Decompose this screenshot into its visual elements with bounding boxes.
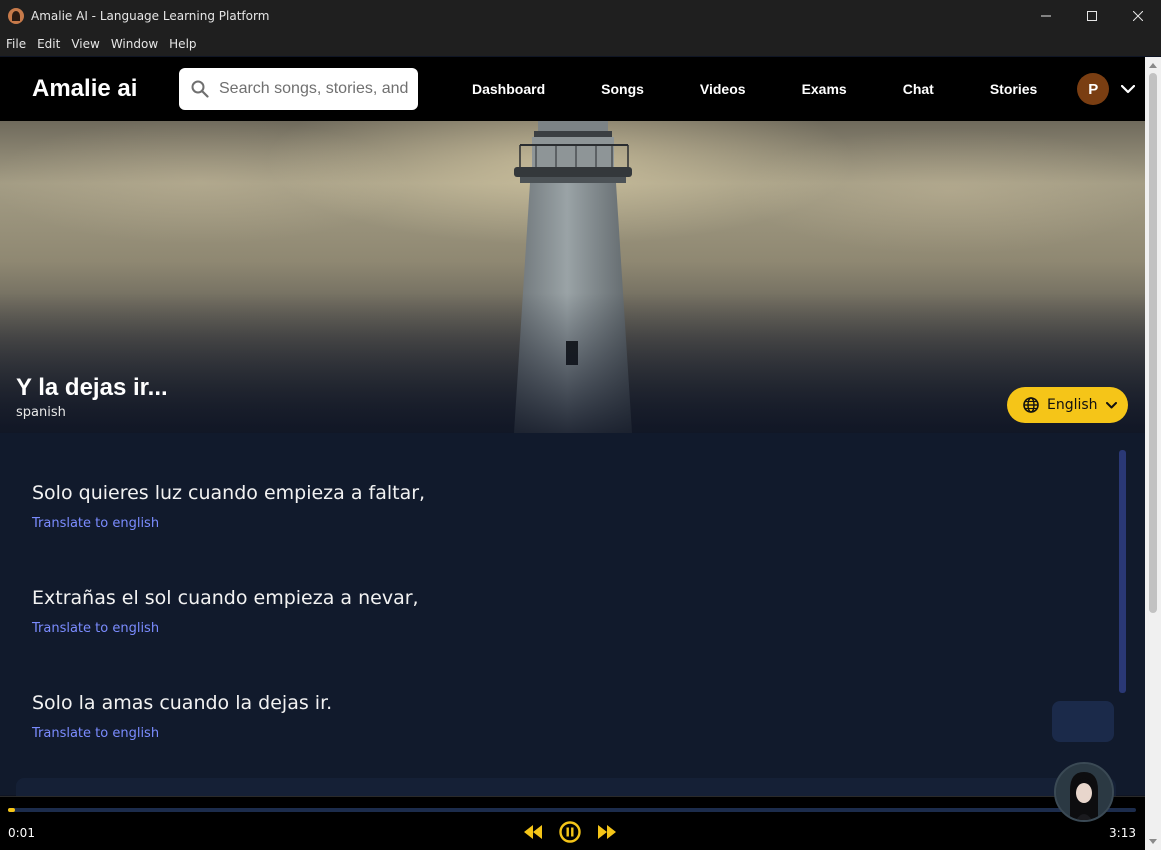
progress-bar[interactable] [8,808,1136,812]
menu-edit[interactable]: Edit [33,37,64,51]
nav-chat[interactable]: Chat [903,81,934,97]
globe-icon [1023,397,1039,413]
menu-window[interactable]: Window [107,37,162,51]
nav-songs[interactable]: Songs [601,81,644,97]
close-button[interactable] [1115,0,1161,32]
menu-view[interactable]: View [67,37,103,51]
menu-help[interactable]: Help [165,37,200,51]
lyric-line: Solo quieres luz cuando empieza a faltar… [32,482,425,531]
nav-links: Dashboard Songs Videos Exams Chat Storie… [444,81,1065,97]
fast-forward-icon [598,825,616,839]
current-time: 0:01 [8,826,35,840]
playback-controls [523,821,617,843]
song-language: spanish [16,405,66,420]
app-navbar: Amalie ai Dashboard Songs Videos Exams C… [0,57,1145,121]
progress-fill [8,808,15,812]
window-title-bar: Amalie AI - Language Learning Platform [0,0,1161,32]
nav-videos[interactable]: Videos [700,81,746,97]
lyric-line: Solo la amas cuando la dejas ir. Transla… [32,692,332,741]
nav-dashboard[interactable]: Dashboard [472,81,545,97]
minimize-icon [1041,15,1051,17]
translation-language-label: English [1047,397,1098,413]
floating-action-panel[interactable] [1052,701,1114,742]
nav-stories[interactable]: Stories [990,81,1037,97]
translate-link[interactable]: Translate to english [32,516,425,531]
rewind-button[interactable] [523,825,543,839]
menu-file[interactable]: File [2,37,30,51]
search-input[interactable] [219,80,409,98]
window-scrollbar[interactable] [1145,57,1161,850]
assistant-portrait-icon [1056,764,1112,820]
window-title: Amalie AI - Language Learning Platform [31,9,270,23]
total-time: 3:13 [1109,826,1136,840]
song-hero-image [0,121,1145,433]
next-lyric-card [16,778,1116,796]
maximize-button[interactable] [1069,0,1115,32]
menu-bar: File Edit View Window Help [0,32,1161,56]
close-icon [1133,11,1143,21]
lyric-text: Solo la amas cuando la dejas ir. [32,692,333,714]
song-title: Y la dejas ir... [16,374,168,401]
translate-link[interactable]: Translate to english [32,726,332,741]
lyric-line: Extrañas el sol cuando empieza a nevar, … [32,587,419,636]
scroll-up-arrow-icon[interactable] [1149,63,1157,68]
ai-assistant-avatar[interactable] [1054,762,1114,822]
nav-exams[interactable]: Exams [802,81,847,97]
lyrics-scrollbar[interactable] [1119,450,1126,693]
audio-player: 0:01 3:13 [0,796,1145,850]
chevron-down-icon[interactable] [1121,84,1136,94]
scroll-down-arrow-icon[interactable] [1149,839,1157,844]
maximize-icon [1087,11,1097,21]
brand-logo[interactable]: Amalie ai [32,75,179,103]
minimize-button[interactable] [1023,0,1069,32]
scrollbar-thumb[interactable] [1149,73,1157,613]
chevron-down-icon [1105,401,1117,408]
user-avatar[interactable]: P [1077,73,1110,105]
app-icon [8,8,24,24]
rewind-icon [524,825,542,839]
lyric-text: Solo quieres luz cuando empieza a faltar… [32,482,426,504]
hero-fade [0,293,1145,433]
lyric-text: Extrañas el sol cuando empieza a nevar, [32,587,419,609]
search-icon [191,80,209,98]
translation-language-dropdown[interactable]: English [1007,387,1128,423]
fast-forward-button[interactable] [597,825,617,839]
search-box[interactable] [179,68,418,110]
window-controls [1023,0,1161,32]
pause-button[interactable] [559,821,581,843]
translate-link[interactable]: Translate to english [32,621,419,636]
pause-icon [559,821,581,843]
